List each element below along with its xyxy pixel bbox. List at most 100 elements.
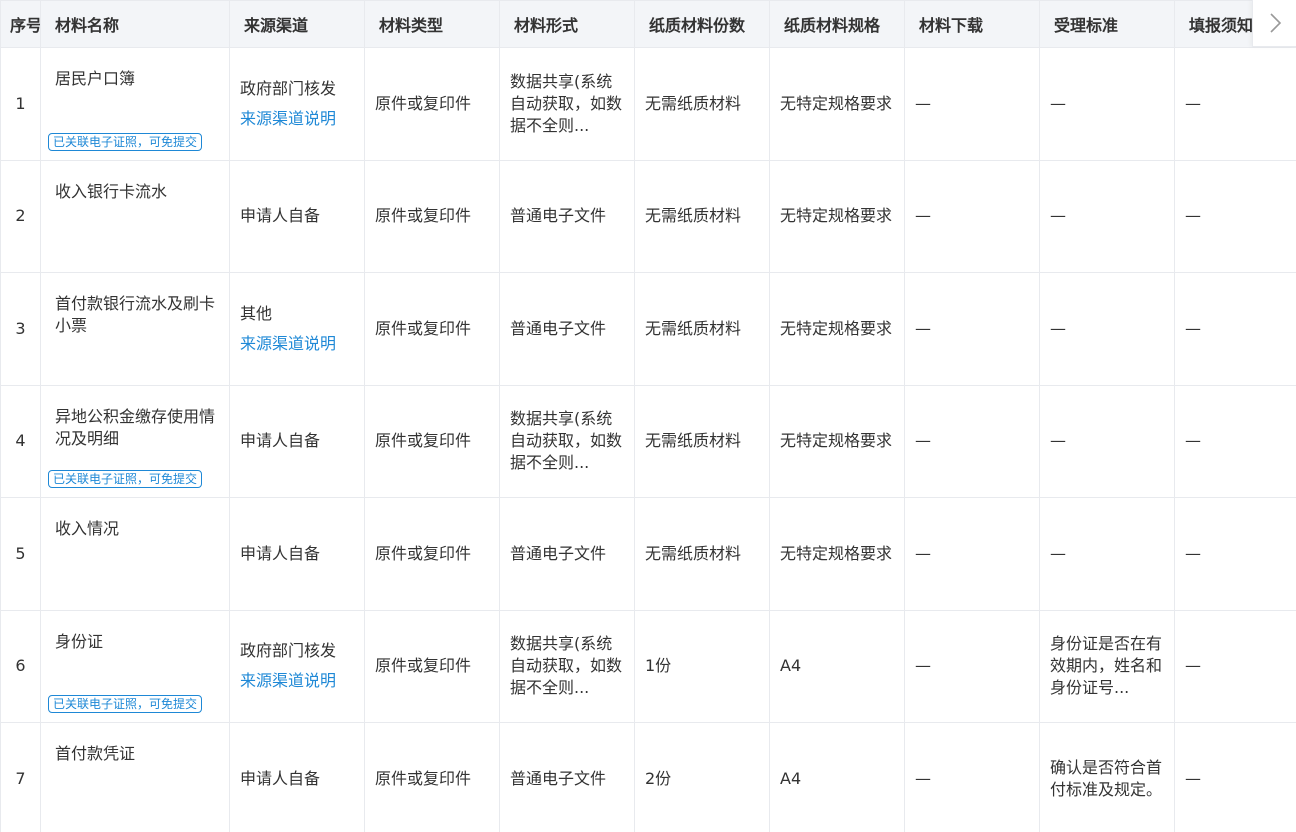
material-name-cell: 身份证 已关联电子证照，可免提交 bbox=[40, 609, 230, 723]
source-text: 申请人自备 bbox=[240, 206, 321, 226]
table-row: 7 首付款凭证 申请人自备 原件或复印件 普通电子文件 2份 A4— 确认是否符合首付标准及规… bbox=[0, 722, 1296, 832]
acceptance-standard: 确认是否符合首付标准及规定。 bbox=[1039, 722, 1175, 832]
source-text: 其他 bbox=[240, 303, 273, 323]
paper-spec: 无特定规格要求 bbox=[769, 272, 905, 386]
row-index: 3 bbox=[0, 272, 41, 386]
header-material-type: 材料类型 bbox=[364, 0, 500, 48]
material-type: 原件或复印件 bbox=[364, 272, 500, 386]
material-name: 首付款银行流水及刷卡小票 bbox=[55, 294, 216, 335]
paper-copies: 无需纸质材料 bbox=[634, 159, 770, 273]
material-name-cell: 首付款银行流水及刷卡小票 bbox=[40, 272, 230, 386]
source-cell: 政府部门核发 来源渠道说明 bbox=[229, 47, 365, 161]
material-name-cell: 异地公积金缴存使用情况及明细 已关联电子证照，可免提交 bbox=[40, 384, 230, 498]
source-text: 政府部门核发 bbox=[240, 641, 337, 661]
material-name: 收入情况 bbox=[55, 519, 120, 538]
source-cell: 申请人自备 bbox=[229, 159, 365, 273]
material-name: 收入银行卡流水 bbox=[55, 181, 168, 201]
material-download: — bbox=[904, 497, 1040, 611]
source-text: 申请人自备 bbox=[240, 768, 321, 788]
row-index: 5 bbox=[0, 497, 41, 611]
filing-notes: — bbox=[1174, 497, 1296, 611]
paper-spec: A4 bbox=[769, 609, 905, 723]
filing-notes: — bbox=[1174, 722, 1296, 832]
material-form: 普通电子文件 bbox=[499, 722, 635, 832]
material-form: 普通电子文件 bbox=[499, 272, 635, 386]
material-download: — bbox=[904, 609, 1040, 723]
table-row: 5 收入情况 申请人自备 原件或复印件 普通电子文件 无需纸质材料 无特定规格要求 — — — bbox=[0, 497, 1296, 611]
table-body: 1 居民户口簿 已关联电子证照，可免提交 政府部门核发 来源渠道说明 原件或复印件 数据共享… bbox=[0, 47, 1296, 832]
filing-notes: — bbox=[1174, 47, 1296, 161]
paper-copies: 2份 bbox=[634, 722, 770, 832]
header-material-form: 材料形式 bbox=[499, 0, 635, 48]
materials-table-container: 序号 材料名称 来源渠道 材料类型 材料形式 纸质材料份数 纸质材料规格 材料下… bbox=[0, 0, 1296, 832]
paper-spec: A4 bbox=[769, 722, 905, 832]
material-name: 居民户口簿 bbox=[55, 69, 136, 88]
source-cell: 申请人自备 bbox=[229, 722, 365, 832]
source-text: 申请人自备 bbox=[240, 543, 321, 563]
material-name-cell: 首付款凭证 bbox=[40, 722, 230, 832]
header-paper-copies: 纸质材料份数 bbox=[634, 0, 770, 48]
source-cell: 其他 来源渠道说明 bbox=[229, 272, 365, 386]
material-type: 原件或复印件 bbox=[364, 609, 500, 723]
source-cell: 申请人自备 bbox=[229, 384, 365, 498]
acceptance-standard: — bbox=[1039, 47, 1175, 161]
filing-notes: — bbox=[1174, 159, 1296, 273]
material-download: — bbox=[904, 722, 1040, 832]
paper-spec: 无特定规格要求 bbox=[769, 384, 905, 498]
materials-table: 序号 材料名称 来源渠道 材料类型 材料形式 纸质材料份数 纸质材料规格 材料下… bbox=[0, 0, 1296, 832]
material-name: 首付款凭证 bbox=[55, 744, 136, 763]
material-name: 异地公积金缴存使用情况及明细 bbox=[55, 406, 216, 448]
material-form: 普通电子文件 bbox=[499, 159, 635, 273]
row-index: 7 bbox=[0, 722, 41, 832]
material-download: — bbox=[904, 384, 1040, 498]
material-form: 数据共享(系统自动获取，如数据不全则... bbox=[499, 47, 635, 161]
paper-copies: 1份 bbox=[634, 609, 770, 723]
material-name: 身份证 bbox=[55, 631, 104, 651]
paper-spec: 无特定规格要求 bbox=[769, 497, 905, 611]
paper-spec: 无特定规格要求 bbox=[769, 47, 905, 161]
table-row: 4 异地公积金缴存使用情况及明细 已关联电子证照，可免提交 申请人自备 原件或复印件 数据… bbox=[0, 384, 1296, 498]
row-index: 6 bbox=[0, 609, 41, 723]
table-row: 3 首付款银行流水及刷卡小票 其他 来源渠道说明 原件或复印件 普通电子文件 无需纸质材料无… bbox=[0, 272, 1296, 386]
header-source: 来源渠道 bbox=[229, 0, 365, 48]
paper-copies: 无需纸质材料 bbox=[634, 47, 770, 161]
row-index: 4 bbox=[0, 384, 41, 498]
acceptance-standard: 身份证是否在有效期内，姓名和身份证号... bbox=[1039, 609, 1175, 723]
source-explanation-link[interactable]: 来源渠道说明 bbox=[240, 333, 354, 355]
header-material-name: 材料名称 bbox=[40, 0, 230, 48]
material-form: 数据共享(系统自动获取，如数据不全则... bbox=[499, 384, 635, 498]
material-type: 原件或复印件 bbox=[364, 384, 500, 498]
material-form: 普通电子文件 bbox=[499, 497, 635, 611]
table-row: 2 收入银行卡流水申请人自备 原件或复印件 普通电子文件 无需纸质材料 无特定规格要求 — —… bbox=[0, 159, 1296, 273]
row-index: 2 bbox=[0, 159, 41, 273]
filing-notes: — bbox=[1174, 384, 1296, 498]
source-explanation-link[interactable]: 来源渠道说明 bbox=[240, 670, 354, 692]
filing-notes: — bbox=[1174, 272, 1296, 386]
filing-notes: — bbox=[1174, 609, 1296, 723]
acceptance-standard: — bbox=[1039, 497, 1175, 611]
table-header-row: 序号 材料名称 来源渠道 材料类型 材料形式 纸质材料份数 纸质材料规格 材料下… bbox=[0, 0, 1296, 48]
paper-spec: 无特定规格要求 bbox=[769, 159, 905, 273]
source-text: 政府部门核发 bbox=[240, 78, 337, 98]
table-row: 6 身份证 已关联电子证照，可免提交 政府部门核发 来源渠道说明 原件或复印件 数据共享(系… bbox=[0, 609, 1296, 723]
acceptance-standard: — bbox=[1039, 159, 1175, 273]
header-index: 序号 bbox=[0, 0, 41, 48]
row-index: 1 bbox=[0, 47, 41, 161]
source-explanation-link[interactable]: 来源渠道说明 bbox=[240, 108, 354, 130]
material-name-cell: 收入银行卡流水 bbox=[40, 159, 230, 273]
material-type: 原件或复印件 bbox=[364, 722, 500, 832]
material-type: 原件或复印件 bbox=[364, 497, 500, 611]
paper-copies: 无需纸质材料 bbox=[634, 384, 770, 498]
table-row: 1 居民户口簿 已关联电子证照，可免提交 政府部门核发 来源渠道说明 原件或复印件 数据共享… bbox=[0, 47, 1296, 161]
material-type: 原件或复印件 bbox=[364, 159, 500, 273]
source-cell: 政府部门核发 来源渠道说明 bbox=[229, 609, 365, 723]
scroll-right-button[interactable] bbox=[1252, 0, 1296, 47]
material-download: — bbox=[904, 272, 1040, 386]
header-acceptance-standard: 受理标准 bbox=[1039, 0, 1175, 48]
header-paper-spec: 纸质材料规格 bbox=[769, 0, 905, 48]
paper-copies: 无需纸质材料 bbox=[634, 272, 770, 386]
material-form: 数据共享(系统自动获取，如数据不全则... bbox=[499, 609, 635, 723]
material-name-cell: 居民户口簿 已关联电子证照，可免提交 bbox=[40, 47, 230, 161]
source-cell: 申请人自备 bbox=[229, 497, 365, 611]
acceptance-standard: — bbox=[1039, 272, 1175, 386]
